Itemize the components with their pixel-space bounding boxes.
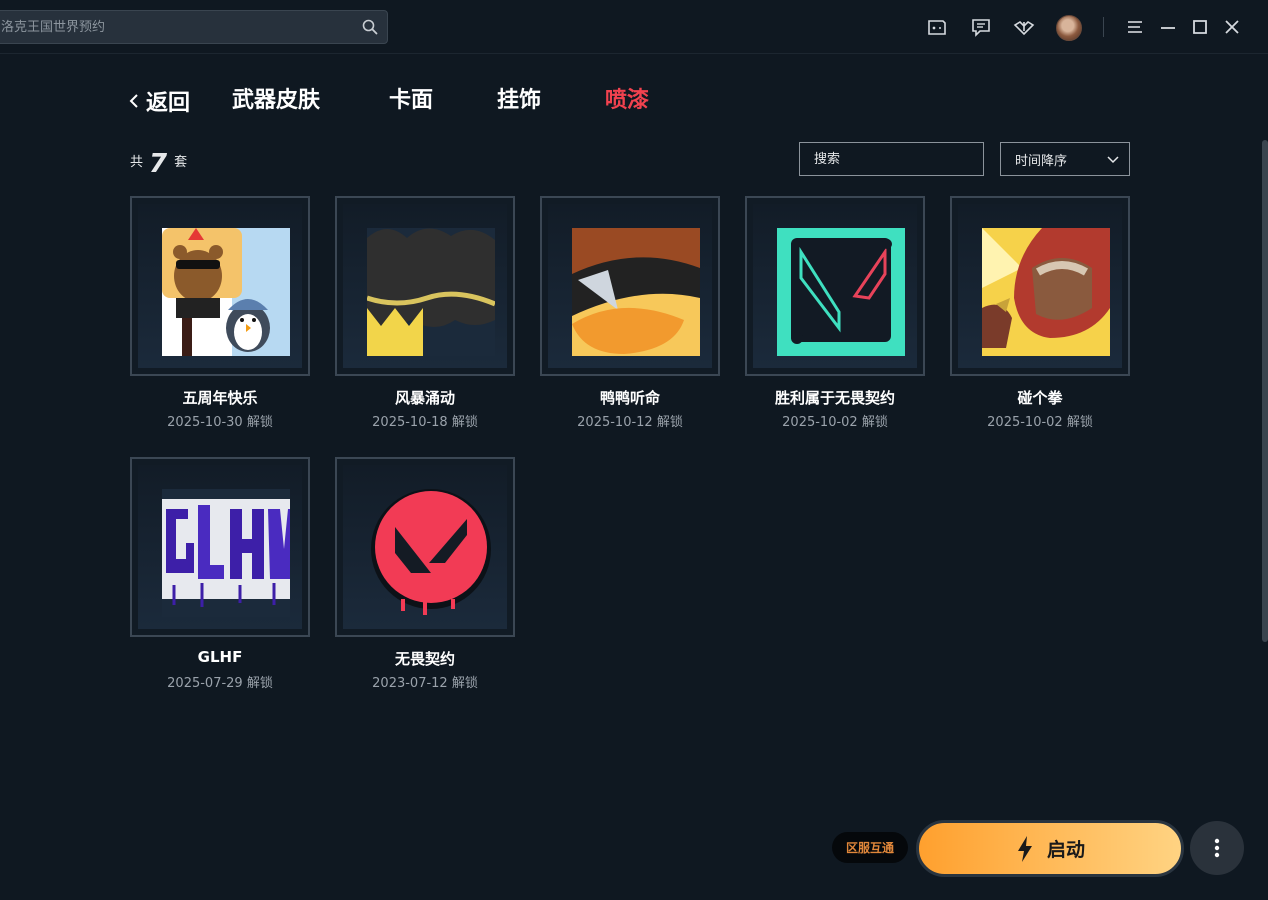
storm-surge-spray [367, 228, 495, 356]
spray-unlock-date: 2025-07-29 解锁 [167, 676, 273, 691]
spray-frame [540, 196, 720, 376]
count-suffix: 套 [174, 155, 188, 170]
spray-card[interactable]: 胜利属于无畏契约 2025-10-02 解锁 [745, 196, 925, 436]
spray-unlock-date: 2023-07-12 解锁 [372, 676, 478, 691]
spray-name: 鸭鸭听命 [599, 389, 660, 407]
tab-player-cards[interactable]: 卡面 [389, 86, 433, 116]
title-bar [0, 0, 1268, 54]
divider [1103, 17, 1104, 37]
glhf-graffiti-spray [162, 489, 290, 617]
spray-card[interactable]: GLHF 2025-07-29 解锁 [130, 457, 310, 697]
happy-fifth-anniversary-spray [162, 228, 290, 356]
launch-button[interactable]: 启动 [916, 820, 1184, 877]
spray-frame [130, 457, 310, 637]
tab-weapon-skins[interactable]: 武器皮肤 [232, 86, 320, 116]
launch-label: 启动 [1046, 839, 1085, 861]
valorant-logo-spray [371, 489, 491, 615]
spray-frame [335, 196, 515, 376]
spray-search-field[interactable] [799, 142, 984, 176]
gamepad-icon[interactable] [926, 16, 948, 38]
message-icon[interactable] [970, 16, 992, 38]
menu-icon[interactable] [1124, 16, 1146, 38]
spray-unlock-date: 2025-10-30 解锁 [167, 415, 273, 430]
more-options-button[interactable] [1190, 821, 1244, 875]
spray-unlock-date: 2025-10-02 解锁 [987, 415, 1093, 430]
sort-dropdown[interactable]: 时间降序 [1000, 142, 1130, 176]
spray-name: GLHF [197, 648, 243, 666]
global-search[interactable] [0, 10, 388, 44]
spray-card[interactable]: 风暴涌动 2025-10-18 解锁 [335, 196, 515, 436]
spray-frame [950, 196, 1130, 376]
spray-frame [745, 196, 925, 376]
spray-name: 风暴涌动 [394, 389, 455, 407]
duck-sunglasses-spray [572, 228, 700, 356]
tab-gun-buddies[interactable]: 挂饰 [497, 86, 541, 116]
scrollbar[interactable] [1262, 140, 1268, 642]
back-label: 返回 [146, 91, 191, 116]
lightning-icon [1017, 835, 1032, 862]
back-button[interactable]: 返回 [128, 86, 190, 116]
spray-unlock-date: 2025-10-02 解锁 [782, 415, 888, 430]
spray-unlock-date: 2025-10-18 解锁 [372, 415, 478, 430]
spray-name: 碰个拳 [1017, 389, 1063, 407]
maximize-icon[interactable] [1189, 16, 1211, 38]
close-icon[interactable] [1221, 16, 1243, 38]
spray-card[interactable]: 碰个拳 2025-10-02 解锁 [950, 196, 1130, 436]
global-search-input[interactable] [1, 11, 351, 43]
avatar[interactable] [1056, 15, 1082, 41]
search-icon[interactable] [362, 19, 378, 35]
region-interop-badge[interactable]: 区服互通 [832, 832, 908, 863]
more-vertical-icon [1214, 838, 1220, 858]
victory-valorant-spray [777, 228, 905, 356]
spray-frame [335, 457, 515, 637]
count-prefix: 共 [130, 155, 144, 170]
collection-count: 共 7 套 [130, 145, 188, 177]
valorant-icon[interactable] [1013, 16, 1035, 38]
count-number: 7 [149, 149, 168, 179]
sort-label: 时间降序 [1015, 153, 1068, 169]
spray-card[interactable]: 五周年快乐 2025-10-30 解锁 [130, 196, 310, 436]
fist-bump-spray [982, 228, 1110, 356]
spray-card[interactable]: 鸭鸭听命 2025-10-12 解锁 [540, 196, 720, 436]
chevron-left-icon [129, 94, 138, 108]
spray-name: 无畏契约 [394, 650, 455, 668]
tab-sprays[interactable]: 喷漆 [605, 86, 649, 116]
chevron-down-icon [1107, 156, 1119, 164]
spray-card[interactable]: 无畏契约 2023-07-12 解锁 [335, 457, 515, 697]
minimize-icon[interactable] [1157, 16, 1179, 38]
spray-unlock-date: 2025-10-12 解锁 [577, 415, 683, 430]
spray-name: 五周年快乐 [182, 389, 258, 407]
spray-frame [130, 196, 310, 376]
spray-search-input[interactable] [800, 143, 983, 175]
spray-name: 胜利属于无畏契约 [774, 389, 895, 407]
